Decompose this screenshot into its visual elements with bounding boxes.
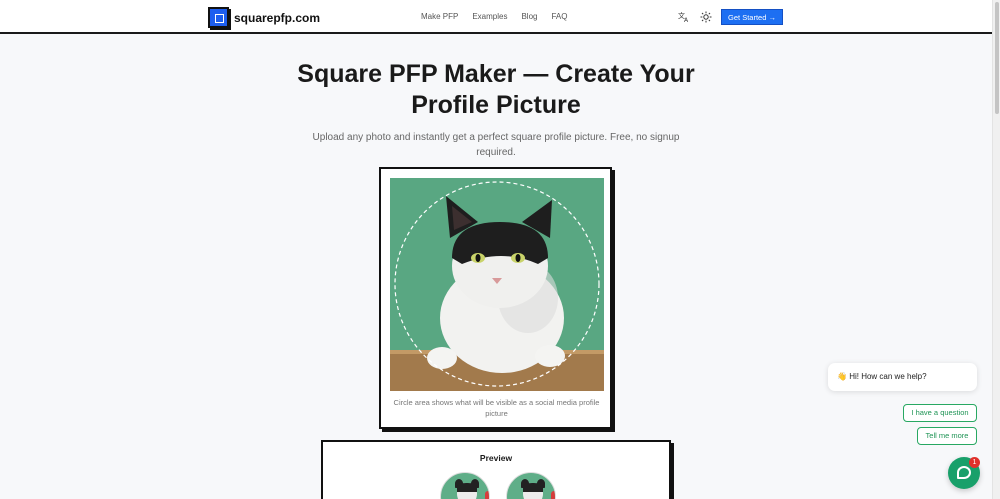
translate-icon[interactable]: 文A (678, 11, 690, 24)
chat-icon (957, 466, 971, 479)
arrow-right-icon: → (768, 13, 776, 22)
nav-faq[interactable]: FAQ (551, 12, 567, 21)
scrollbar-thumb[interactable] (995, 2, 999, 114)
page-title: Square PFP Maker — Create Your Profile P… (297, 60, 695, 119)
preview-accent (551, 491, 555, 499)
chat-option-question[interactable]: I have a question (903, 404, 977, 422)
preview-accent (485, 491, 489, 499)
preview-avatar-1 (440, 472, 490, 499)
page-subtitle: Upload any photo and instantly get a per… (312, 132, 680, 158)
get-started-button[interactable]: Get Started → (721, 9, 783, 25)
sun-icon[interactable] (700, 11, 712, 23)
crop-editor-card: Circle area shows what will be visible a… (379, 167, 612, 429)
main-nav: Make PFP Examples Blog FAQ (421, 12, 568, 21)
chat-unread-badge: 1 (969, 457, 980, 468)
wave-icon: 👋 (837, 372, 847, 381)
chat-option-tell-more[interactable]: Tell me more (917, 427, 977, 445)
chat-greeting-text: Hi! How can we help? (849, 372, 927, 381)
logo-icon (208, 7, 229, 28)
logo-link[interactable]: squarepfp.com (208, 7, 320, 28)
preview-avatar-2 (506, 472, 556, 499)
logo-text: squarepfp.com (234, 10, 321, 25)
crop-caption: Circle area shows what will be visible a… (393, 398, 600, 418)
preview-card: Preview (321, 440, 671, 499)
nav-blog[interactable]: Blog (521, 12, 537, 21)
page-scrollbar[interactable] (992, 0, 1000, 499)
preview-title: Preview (479, 453, 513, 463)
nav-make-pfp[interactable]: Make PFP (421, 12, 458, 21)
nav-examples[interactable]: Examples (472, 12, 507, 21)
chat-greeting: 👋 Hi! How can we help? (828, 363, 977, 391)
preview-cat-mask (457, 483, 477, 492)
preview-cat-mask (523, 483, 543, 492)
get-started-label: Get Started (728, 13, 767, 22)
uploaded-photo[interactable] (390, 178, 604, 391)
cat-photo-image (390, 178, 604, 391)
site-header: squarepfp.com Make PFP Examples Blog FAQ… (0, 0, 992, 34)
svg-text:A: A (684, 17, 689, 23)
